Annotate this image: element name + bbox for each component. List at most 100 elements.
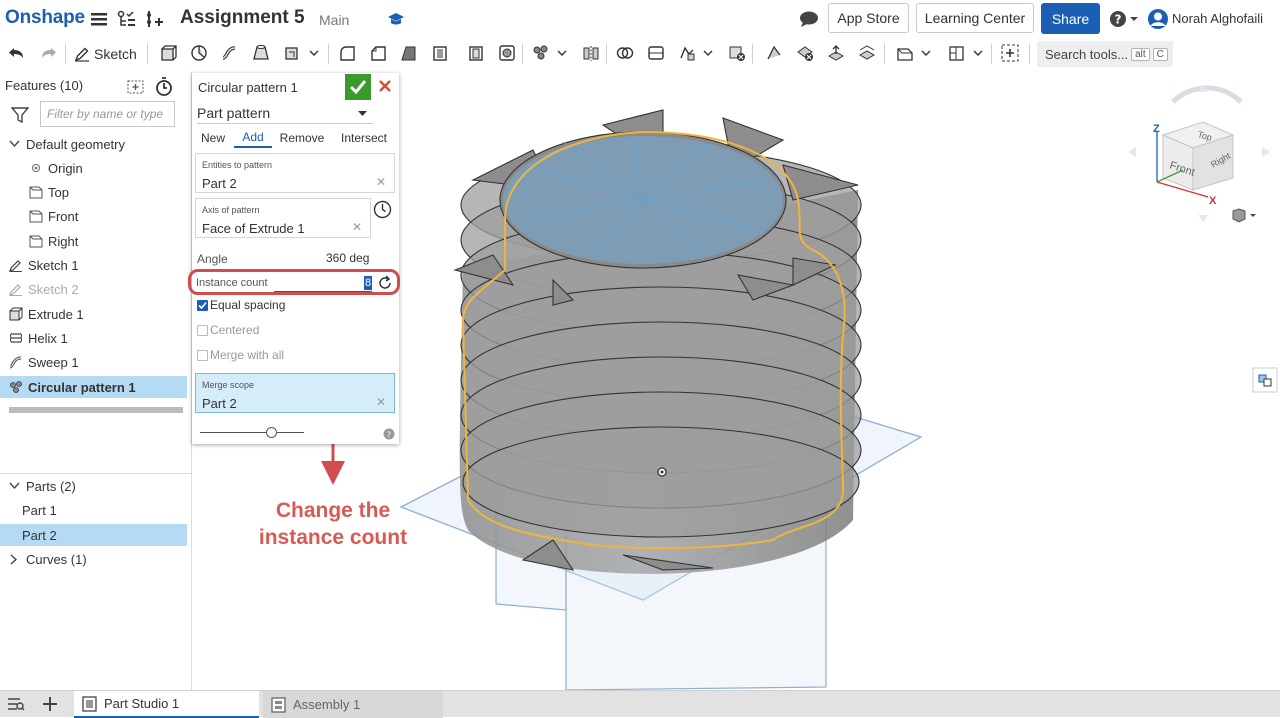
replace-face-icon[interactable] (856, 42, 878, 64)
chevron-down-icon[interactable] (971, 42, 985, 64)
tree-item-top[interactable]: Top (28, 181, 215, 203)
split-icon[interactable] (645, 42, 667, 64)
undo-icon[interactable] (6, 42, 28, 64)
rib-icon[interactable] (429, 42, 451, 64)
tree-item-sweep-1[interactable]: Sweep 1 (8, 351, 195, 373)
draft-icon[interactable] (398, 42, 420, 64)
tree-item-front[interactable]: Front (28, 205, 215, 227)
accept-check-button[interactable] (345, 74, 371, 100)
tree-item-origin[interactable]: Origin (28, 157, 215, 179)
tree-item-right[interactable]: Right (28, 230, 215, 252)
document-title[interactable]: Assignment 5 (180, 7, 305, 29)
search-tools-input[interactable]: Search tools... alt C (1037, 41, 1173, 67)
user-avatar-icon[interactable] (1146, 8, 1170, 30)
fillet-icon[interactable] (336, 42, 358, 64)
tree-item-circular-pattern-1[interactable]: Circular pattern 1 (0, 376, 187, 398)
sweep-icon[interactable] (219, 42, 241, 64)
delete-part-icon[interactable] (726, 42, 748, 64)
chevron-down-icon[interactable] (919, 42, 933, 64)
tab-new[interactable]: New (192, 128, 234, 148)
parts-item-part-2[interactable]: Part 2 (0, 524, 187, 546)
view-options-icon[interactable] (1232, 208, 1256, 223)
loft-icon[interactable] (250, 42, 272, 64)
add-tab-icon[interactable] (41, 695, 59, 717)
pattern-icon[interactable] (530, 42, 552, 64)
transform-icon[interactable] (676, 42, 698, 64)
merge-scope-field[interactable]: Merge scope Part 2 ✕ (195, 373, 395, 413)
redo-icon[interactable] (37, 42, 59, 64)
move-face-icon[interactable] (825, 42, 847, 64)
tree-item-extrude-1[interactable]: Extrude 1 (8, 303, 195, 325)
insert-feature-icon[interactable] (144, 8, 166, 30)
rollback-bar[interactable] (9, 407, 183, 413)
tab-remove[interactable]: Remove (272, 128, 332, 148)
delete-face-icon[interactable] (794, 42, 816, 64)
revolve-icon[interactable] (188, 42, 210, 64)
filter-funnel-icon[interactable] (10, 106, 30, 127)
tree-item-sketch-2[interactable]: Sketch 2 (8, 278, 195, 300)
axis-of-pattern-field[interactable]: Axis of pattern Face of Extrude 1 ✕ (195, 198, 371, 238)
parts-item-part-1[interactable]: Part 1 (22, 499, 209, 521)
centered-checkbox[interactable] (197, 325, 208, 336)
modify-fillet-icon[interactable] (763, 42, 785, 64)
default-geometry-group[interactable]: Default geometry (6, 133, 193, 155)
tab-manager-icon[interactable] (7, 696, 25, 716)
chevron-down-icon[interactable] (555, 42, 569, 64)
chevron-right-icon[interactable] (6, 551, 22, 567)
hole-icon[interactable] (496, 42, 518, 64)
thicken-icon[interactable] (281, 42, 303, 64)
user-name[interactable]: Norah Alghofaili (1172, 11, 1263, 26)
tab-part-studio-1[interactable]: Part Studio 1 (74, 691, 259, 718)
learning-center-button[interactable]: Learning Center (916, 3, 1034, 33)
clear-icon[interactable]: ✕ (376, 175, 386, 189)
graduation-cap-icon[interactable] (385, 8, 407, 30)
entities-to-pattern-field[interactable]: Entities to pattern Part 2 ✕ (195, 153, 395, 193)
tab-add[interactable]: Add (234, 128, 272, 148)
tab-intersect[interactable]: Intersect (332, 128, 396, 148)
chevron-down-icon[interactable] (701, 42, 715, 64)
chevron-down-icon[interactable] (307, 42, 321, 64)
app-store-button[interactable]: App Store (828, 3, 909, 33)
comments-icon[interactable] (798, 8, 820, 30)
plane-icon[interactable] (894, 42, 916, 64)
help-icon[interactable]: ? (1107, 8, 1141, 30)
feature-list-icon[interactable] (116, 8, 138, 30)
parts-group[interactable]: Parts (2) (6, 475, 193, 497)
view-cube[interactable]: Top Front Right Z X (1128, 85, 1270, 222)
sketch-button[interactable]: Sketch (74, 43, 137, 65)
chevron-down-icon[interactable] (6, 136, 22, 152)
share-button[interactable]: Share (1041, 3, 1100, 34)
tree-item-helix-1[interactable]: Helix 1 (8, 327, 195, 349)
extrude-icon[interactable] (157, 42, 179, 64)
section-view-icon[interactable] (946, 42, 968, 64)
add-folder-icon[interactable] (127, 79, 145, 99)
branch-label[interactable]: Main (319, 12, 349, 28)
opposite-direction-icon[interactable] (373, 200, 392, 224)
toolbar-divider (65, 44, 66, 64)
angle-input[interactable]: 360 deg (326, 251, 369, 265)
add-custom-feature-icon[interactable] (999, 42, 1021, 64)
configurations-icon[interactable] (1252, 367, 1278, 393)
pattern-type-select[interactable]: Part pattern (197, 102, 373, 124)
tab-assembly-1[interactable]: Assembly 1 (263, 691, 443, 718)
tree-item-sketch-1[interactable]: Sketch 1 (8, 254, 195, 276)
filter-input[interactable]: Filter by name or type (40, 101, 175, 127)
equal-spacing-checkbox[interactable] (197, 300, 208, 311)
onshape-logo[interactable]: Onshape (5, 7, 85, 29)
threaded-part[interactable] (453, 109, 862, 574)
mirror-icon[interactable] (580, 42, 602, 64)
detail-slider-thumb[interactable] (266, 427, 277, 438)
cancel-close-button[interactable] (376, 77, 394, 95)
shell-icon[interactable] (465, 42, 487, 64)
chevron-down-icon[interactable] (6, 478, 22, 494)
hamburger-menu-icon[interactable] (88, 8, 110, 30)
curves-group[interactable]: Curves (1) (6, 548, 193, 570)
merge-with-all-checkbox[interactable] (197, 350, 208, 361)
boolean-icon[interactable] (614, 42, 636, 64)
help-icon[interactable]: ? (383, 427, 395, 445)
chamfer-icon[interactable] (367, 42, 389, 64)
detail-slider-track[interactable] (200, 432, 304, 433)
clear-icon[interactable]: ✕ (376, 395, 386, 409)
clear-icon[interactable]: ✕ (352, 220, 362, 234)
rollback-timer-icon[interactable] (155, 77, 173, 100)
